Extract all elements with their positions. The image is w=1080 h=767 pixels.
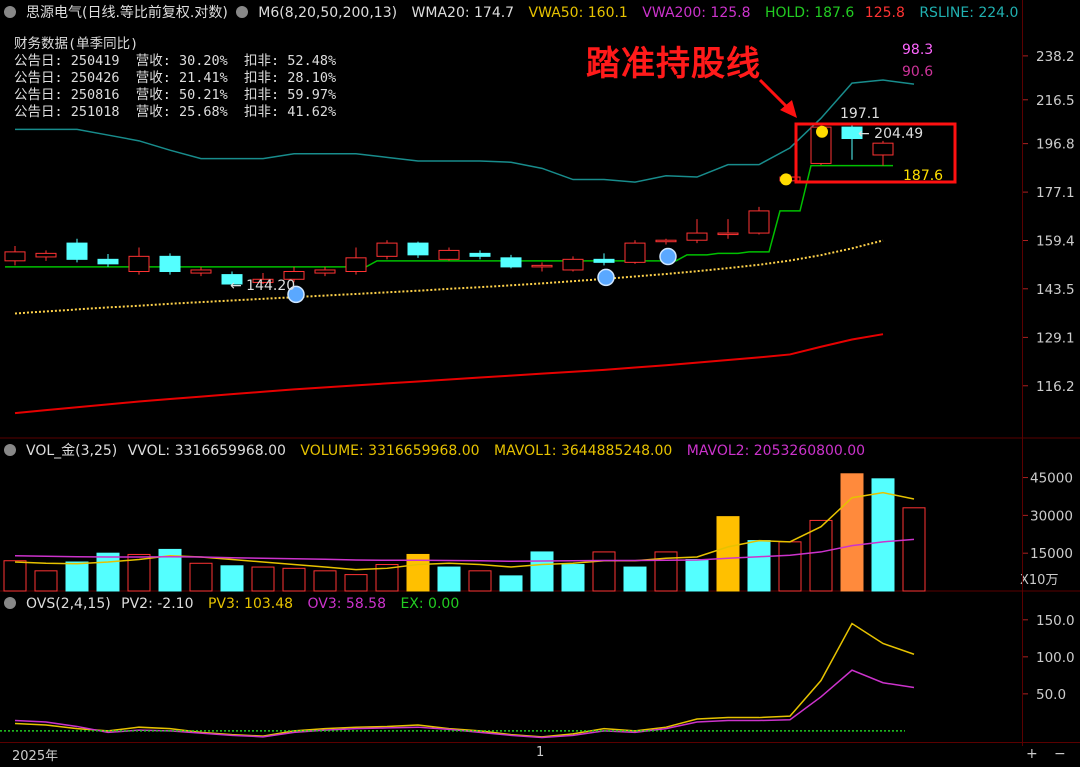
candle-up <box>748 210 770 234</box>
candle-up <box>655 239 677 243</box>
candle-up <box>438 249 460 260</box>
candle-up <box>531 264 553 268</box>
candle-up <box>128 255 150 273</box>
candle-down <box>66 242 88 260</box>
price-label-high: 197.1 <box>840 106 880 122</box>
candle-down <box>593 258 615 263</box>
year-label: 2025年 <box>12 749 59 764</box>
candle-up <box>562 258 584 271</box>
candle-down <box>407 242 429 256</box>
volume-bar <box>65 561 89 592</box>
candle-up <box>717 232 739 236</box>
volume-bar <box>437 566 461 592</box>
candle-down <box>500 257 522 268</box>
volume-bar <box>840 473 864 592</box>
zoom-out-button[interactable]: − <box>1054 746 1066 762</box>
candle-up <box>686 232 708 241</box>
volume-tick-label: 15000 <box>1030 546 1073 562</box>
volume-bar <box>220 565 244 592</box>
volume-bar <box>623 566 647 592</box>
volume-bar <box>716 516 740 592</box>
price-tick-label: 216.5 <box>1036 93 1075 109</box>
price-tick-label: 143.5 <box>1036 282 1075 298</box>
volume-bar <box>468 570 492 592</box>
volume-bar <box>685 558 709 592</box>
price-tick-label: 116.2 <box>1036 379 1075 395</box>
buy-signal-marker <box>659 247 677 266</box>
volume-bar <box>902 507 926 592</box>
price-tick-label: 159.4 <box>1036 233 1075 249</box>
candle-up <box>624 242 646 263</box>
volume-bar <box>778 541 802 592</box>
price-axis-divider <box>1022 0 1023 746</box>
candle-up <box>35 252 57 258</box>
time-axis: 2025年 1 <box>0 742 1080 767</box>
price-label-peak: ← 204.49 <box>858 126 923 142</box>
candle-down <box>469 252 491 257</box>
stock-chart-svg[interactable]: 238.2 216.5 196.8 177.1 159.4 143.5 129.1 116.2… <box>0 0 1080 766</box>
volume-unit-label: X10万 <box>1020 573 1058 588</box>
volume-bar <box>747 540 771 592</box>
candle-up <box>190 269 212 274</box>
volume-bar <box>592 551 616 592</box>
volume-bar <box>3 560 27 592</box>
volume-bar <box>251 566 275 592</box>
price-tick-label: 238.2 <box>1036 49 1075 65</box>
candle-down <box>97 258 119 265</box>
volume-bar <box>282 567 306 592</box>
rs-label-b: 90.6 <box>902 64 933 80</box>
ovs-tick-label: 100.0 <box>1036 650 1075 666</box>
volume-bar <box>499 575 523 592</box>
series-line-rsline <box>15 79 915 183</box>
price-label-low: ← 144.20 <box>230 278 295 294</box>
rs-label-a: 98.3 <box>902 42 933 58</box>
price-tick-label: 177.1 <box>1036 185 1075 201</box>
volume-tick-label: 45000 <box>1030 471 1073 487</box>
price-tick-label: 129.1 <box>1036 330 1075 346</box>
ovs-tick-label: 50.0 <box>1036 687 1066 703</box>
gold-dot-marker <box>780 173 792 186</box>
volume-bar <box>344 574 368 592</box>
zoom-in-button[interactable]: + <box>1026 746 1038 762</box>
volume-bar <box>96 552 120 592</box>
volume-bar <box>561 564 585 592</box>
buy-signal-marker <box>597 268 615 287</box>
volume-bar <box>530 551 554 592</box>
volume-bar <box>34 570 58 592</box>
candle-up <box>872 142 894 156</box>
gold-dot-marker <box>816 125 828 138</box>
series-line-red <box>14 333 884 415</box>
candle-up <box>345 257 367 273</box>
volume-tick-label: 30000 <box>1030 508 1073 524</box>
volume-bar <box>313 570 337 592</box>
candle-up <box>4 251 26 262</box>
ovs-tick-label: 150.0 <box>1036 613 1075 629</box>
price-tick-label: 196.8 <box>1036 137 1075 153</box>
candle-up <box>376 242 398 257</box>
candle-up <box>314 269 336 274</box>
month-label: 1 <box>536 745 545 760</box>
volume-bar <box>189 562 213 592</box>
candle-down <box>159 255 181 273</box>
volume-bar <box>871 478 895 592</box>
